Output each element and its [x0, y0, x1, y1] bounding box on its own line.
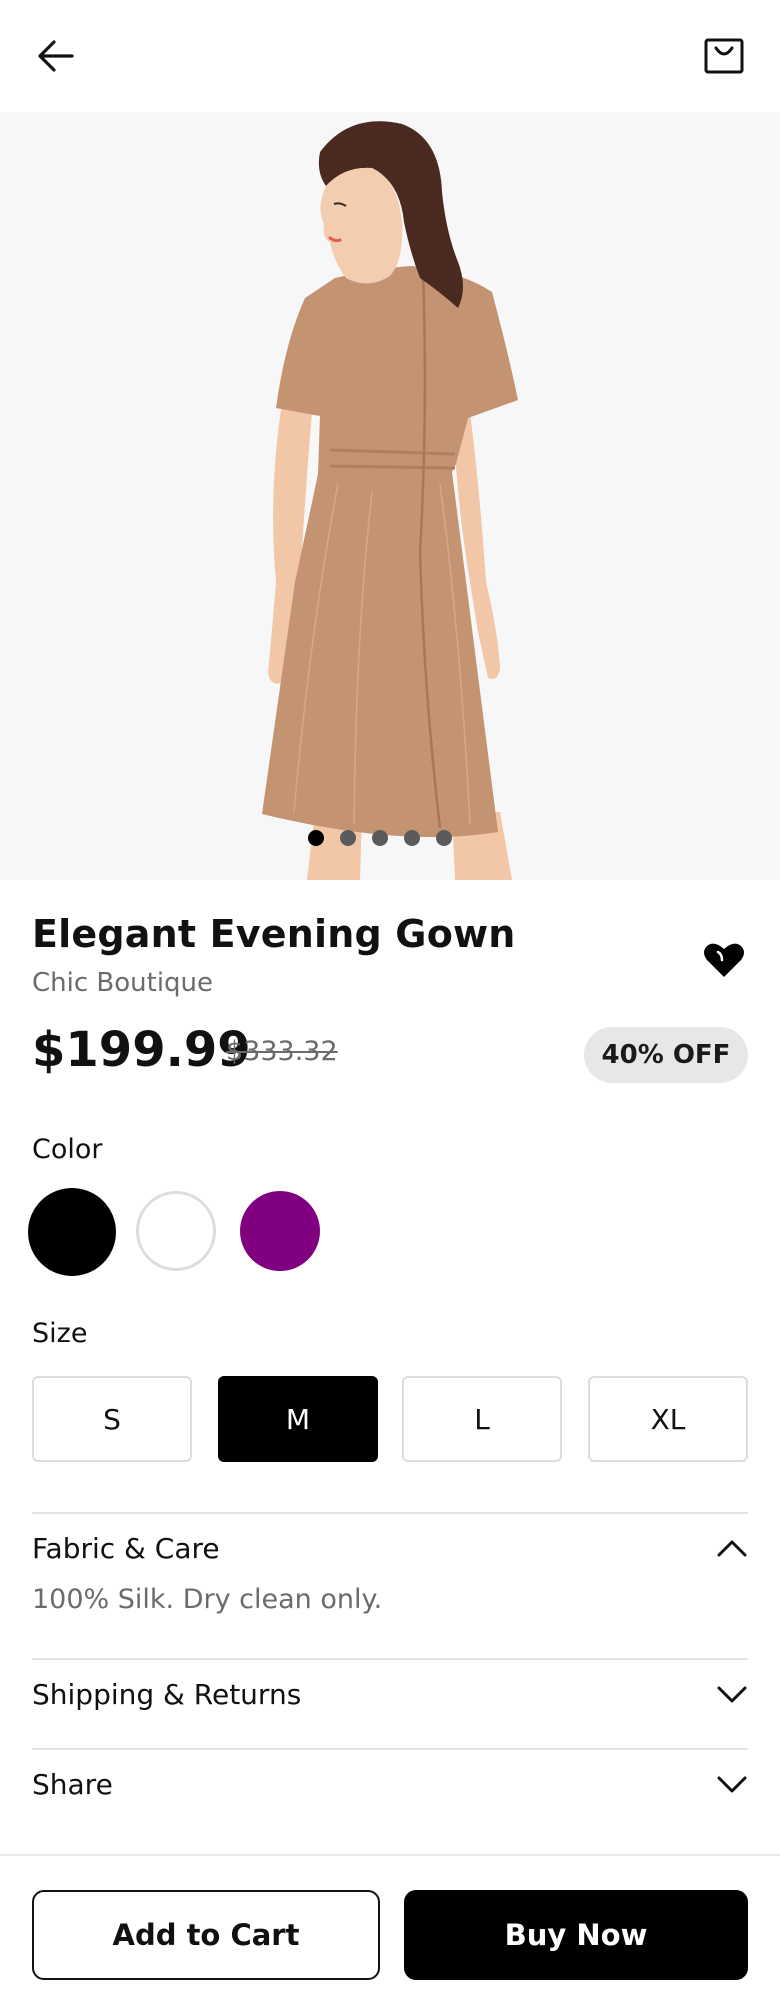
size-option-xl[interactable]: XL [588, 1376, 748, 1462]
color-label: Color [32, 1134, 103, 1165]
chevron-down-icon [717, 1776, 747, 1793]
product-image-gallery[interactable] [0, 112, 780, 880]
current-price: $199.99 [32, 1022, 251, 1078]
accordion-shipping-returns[interactable]: Shipping & Returns [32, 1666, 748, 1722]
pagination-dot-3[interactable] [372, 830, 388, 846]
add-to-cart-button[interactable]: Add to Cart [32, 1890, 380, 1980]
shopping-bag-button[interactable] [694, 26, 754, 86]
size-label: Size [32, 1318, 88, 1349]
original-price: $333.32 [226, 1036, 338, 1067]
accordion-content-fabric-care: 100% Silk. Dry clean only. [32, 1584, 383, 1615]
divider [32, 1658, 748, 1660]
pagination-dot-1[interactable] [308, 830, 324, 846]
product-title: Elegant Evening Gown [32, 912, 516, 956]
color-swatch-purple[interactable] [240, 1191, 320, 1271]
arrow-left-icon [38, 40, 74, 72]
image-pagination-dots [0, 830, 770, 846]
pagination-dot-4[interactable] [404, 830, 420, 846]
product-image [0, 112, 780, 880]
product-brand[interactable]: Chic Boutique [32, 968, 213, 998]
accordion-fabric-care[interactable]: Fabric & Care [32, 1520, 748, 1576]
accordion-title-shipping-returns: Shipping & Returns [32, 1677, 302, 1711]
size-option-m[interactable]: M [218, 1376, 378, 1462]
accordion-title-fabric-care: Fabric & Care [32, 1531, 220, 1565]
discount-badge: 40% OFF [584, 1027, 748, 1083]
color-swatch-black[interactable] [28, 1188, 116, 1276]
heart-icon [704, 943, 744, 977]
shopping-bag-icon [704, 38, 744, 74]
size-option-s[interactable]: S [32, 1376, 192, 1462]
top-app-bar [0, 0, 780, 112]
divider [32, 1748, 748, 1750]
accordion-title-share: Share [32, 1767, 113, 1801]
wishlist-button[interactable] [700, 936, 748, 984]
pagination-dot-5[interactable] [436, 830, 452, 846]
color-swatch-white[interactable] [136, 1191, 216, 1271]
buy-now-button[interactable]: Buy Now [404, 1890, 748, 1980]
chevron-up-icon [717, 1540, 747, 1557]
back-button[interactable] [26, 26, 86, 86]
divider [32, 1512, 748, 1514]
accordion-share[interactable]: Share [32, 1756, 748, 1812]
chevron-down-icon [717, 1686, 747, 1703]
size-option-l[interactable]: L [402, 1376, 562, 1462]
pagination-dot-2[interactable] [340, 830, 356, 846]
bottom-action-bar: Add to Cart Buy Now [0, 1854, 780, 2014]
